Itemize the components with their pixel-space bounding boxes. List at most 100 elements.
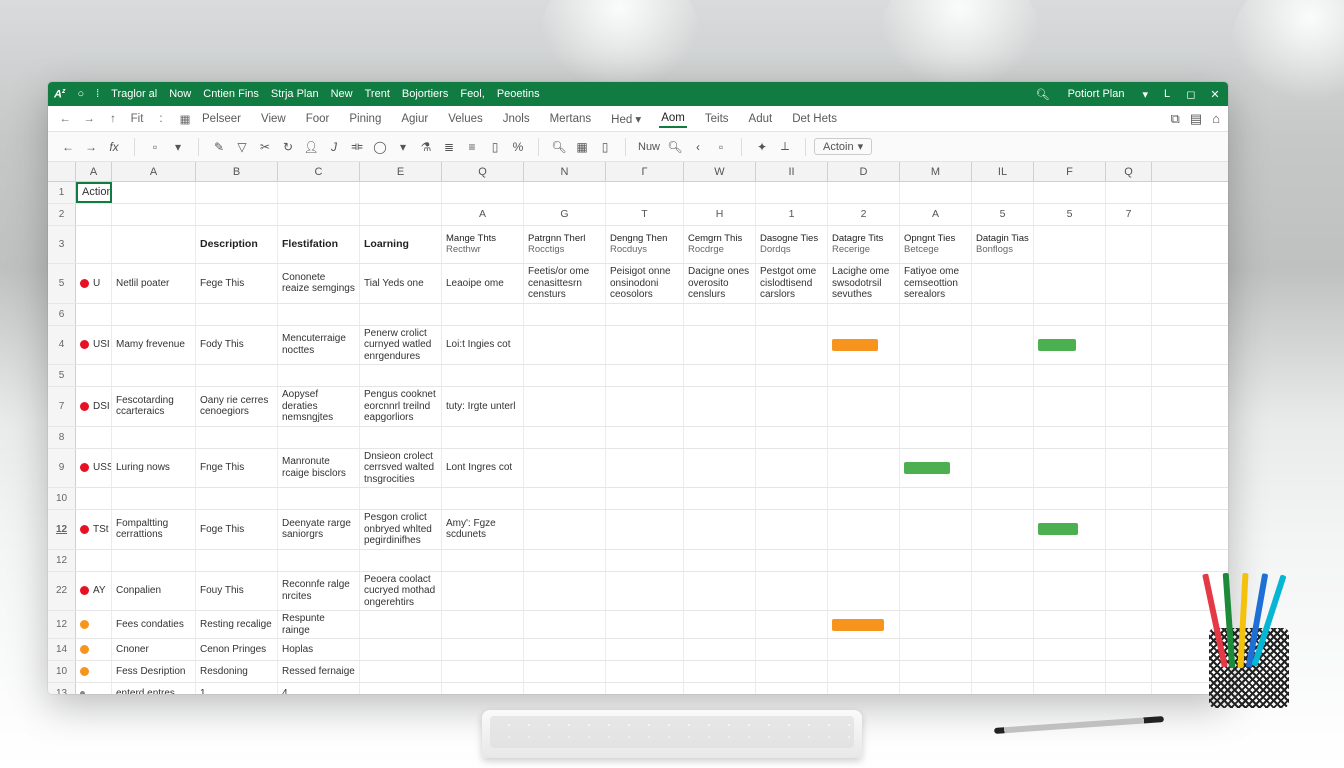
cell[interactable]: G xyxy=(524,204,606,225)
cell[interactable] xyxy=(524,488,606,509)
row-number[interactable]: 9 xyxy=(48,449,76,488)
cell[interactable] xyxy=(196,427,278,448)
cell[interactable] xyxy=(606,639,684,660)
cell[interactable] xyxy=(684,611,756,638)
cell[interactable]: Pestgot ome cislodtisend carslors xyxy=(756,264,828,303)
cell[interactable] xyxy=(972,182,1034,203)
col-header[interactable]: IL xyxy=(972,162,1034,181)
cell[interactable]: Dasogne TiesDordqs xyxy=(756,226,828,263)
cell[interactable] xyxy=(442,427,524,448)
cell[interactable]: 4 xyxy=(278,683,360,694)
cell[interactable] xyxy=(606,326,684,365)
cell[interactable] xyxy=(756,488,828,509)
cell[interactable] xyxy=(900,572,972,611)
cell[interactable]: Resdoning xyxy=(196,661,278,682)
menu-tab[interactable]: Agiur xyxy=(399,111,430,127)
col-header[interactable]: N xyxy=(524,162,606,181)
cell[interactable] xyxy=(972,449,1034,488)
cell[interactable] xyxy=(112,204,196,225)
row-number[interactable]: 8 xyxy=(48,427,76,448)
cell[interactable] xyxy=(360,661,442,682)
cell[interactable] xyxy=(828,488,900,509)
cell[interactable] xyxy=(278,365,360,386)
cell[interactable] xyxy=(1034,572,1106,611)
row-number[interactable]: 22 xyxy=(48,572,76,611)
cell[interactable] xyxy=(360,365,442,386)
cell[interactable] xyxy=(360,488,442,509)
chevron-down-icon[interactable]: ▾ xyxy=(1142,88,1148,101)
cell[interactable] xyxy=(828,510,900,549)
minimize-button[interactable]: L xyxy=(1160,88,1174,100)
row-number[interactable]: 10 xyxy=(48,488,76,509)
cell[interactable] xyxy=(442,304,524,325)
menu-tab[interactable]: Jnols xyxy=(501,111,532,127)
menu-tab[interactable]: Hed ▾ xyxy=(609,110,643,128)
chart-icon[interactable]: ▯ xyxy=(487,140,503,154)
cell[interactable]: Patrgnn TherlRocctigs xyxy=(524,226,606,263)
cell[interactable]: TSt xyxy=(76,510,112,549)
cell[interactable] xyxy=(442,550,524,571)
cell[interactable] xyxy=(278,427,360,448)
cell[interactable]: Fatiyoe ome cemseottion serealors xyxy=(900,264,972,303)
cell[interactable]: Action xyxy=(76,182,112,203)
cell[interactable] xyxy=(196,365,278,386)
cell[interactable] xyxy=(900,304,972,325)
cell[interactable] xyxy=(524,550,606,571)
cell[interactable] xyxy=(524,449,606,488)
cell[interactable] xyxy=(524,365,606,386)
cell[interactable] xyxy=(828,661,900,682)
cell[interactable] xyxy=(76,427,112,448)
cell[interactable]: Opngnt TiesBetcege xyxy=(900,226,972,263)
filter-icon[interactable]: ▽ xyxy=(234,140,250,154)
col-header[interactable]: A xyxy=(112,162,196,181)
cell[interactable] xyxy=(360,639,442,660)
cell[interactable] xyxy=(360,550,442,571)
cell[interactable] xyxy=(524,661,606,682)
cell[interactable] xyxy=(684,639,756,660)
cell[interactable] xyxy=(196,204,278,225)
cell[interactable] xyxy=(1106,683,1152,694)
cell[interactable] xyxy=(1034,639,1106,660)
cell[interactable]: 7 xyxy=(1106,204,1152,225)
col-header[interactable]: W xyxy=(684,162,756,181)
cell[interactable] xyxy=(1034,683,1106,694)
cell[interactable]: Leaoipe ome xyxy=(442,264,524,303)
col-header[interactable]: Q xyxy=(1106,162,1152,181)
cell[interactable] xyxy=(1034,510,1106,549)
cell[interactable] xyxy=(1106,449,1152,488)
cell[interactable] xyxy=(972,326,1034,365)
cell[interactable] xyxy=(606,427,684,448)
cell[interactable] xyxy=(1106,264,1152,303)
cell[interactable] xyxy=(1106,182,1152,203)
cell[interactable] xyxy=(360,204,442,225)
cut-icon[interactable]: ✂︎ xyxy=(257,140,273,154)
cell[interactable] xyxy=(1106,550,1152,571)
cell[interactable] xyxy=(900,387,972,426)
cell[interactable] xyxy=(1034,488,1106,509)
cell[interactable] xyxy=(972,683,1034,694)
cell[interactable] xyxy=(606,611,684,638)
cell[interactable] xyxy=(1034,387,1106,426)
cell[interactable]: Description xyxy=(196,226,278,263)
cell[interactable] xyxy=(900,449,972,488)
action-dropdown[interactable]: Actoin ▾ xyxy=(814,138,872,155)
cell[interactable] xyxy=(606,182,684,203)
search-icon[interactable]: 🔍︎ xyxy=(1036,88,1050,101)
cell[interactable] xyxy=(1034,427,1106,448)
col-header[interactable]: E xyxy=(360,162,442,181)
cell[interactable]: Deenyate rarge saniorgrs xyxy=(278,510,360,549)
cell[interactable]: Foge This xyxy=(196,510,278,549)
cell[interactable] xyxy=(1106,365,1152,386)
cell[interactable] xyxy=(442,661,524,682)
cell[interactable] xyxy=(972,510,1034,549)
title-item[interactable]: Cntien Fins xyxy=(203,88,259,100)
cell[interactable] xyxy=(524,326,606,365)
menu-tab[interactable]: Pining xyxy=(347,111,383,127)
cell[interactable]: 1 xyxy=(196,683,278,694)
cell[interactable] xyxy=(1034,661,1106,682)
cell[interactable] xyxy=(972,550,1034,571)
cell[interactable] xyxy=(972,572,1034,611)
cell[interactable] xyxy=(524,683,606,694)
title-item[interactable]: Peoetins xyxy=(497,88,540,100)
cell[interactable] xyxy=(524,611,606,638)
